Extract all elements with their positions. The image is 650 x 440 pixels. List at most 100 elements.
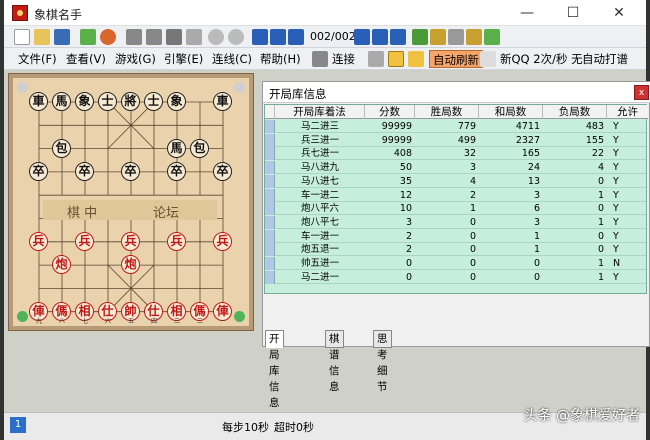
undo-icon[interactable] <box>228 29 244 45</box>
close-button[interactable]: ✕ <box>596 0 642 26</box>
settings-icon[interactable] <box>368 51 384 67</box>
menu-game[interactable]: 游戏(G) <box>115 51 156 67</box>
row-selector[interactable] <box>265 120 275 133</box>
chess-board[interactable]: 棋 中 论坛 車馬象士將士象車包馬包卒卒卒卒卒兵兵兵兵兵炮炮俥傌相仕帥仕相傌俥 … <box>13 78 249 326</box>
piece-black[interactable]: 包 <box>190 138 209 158</box>
piece-black[interactable]: 卒 <box>75 161 94 181</box>
river: 棋 中 论坛 <box>43 200 217 221</box>
row-selector[interactable] <box>265 188 275 202</box>
save-icon[interactable] <box>54 29 70 45</box>
piece-red[interactable]: 炮 <box>121 255 140 275</box>
table-row[interactable]: 马二进三 99999 779 4711 483 Y <box>275 120 646 133</box>
panel-close-button[interactable]: x <box>634 85 649 100</box>
monitor-icon[interactable] <box>166 29 182 45</box>
menu-engine[interactable]: 引擎(E) <box>164 51 203 67</box>
tab-thinking-detail[interactable]: 思考细节 <box>373 330 392 393</box>
export-icon[interactable] <box>484 29 500 45</box>
table-row[interactable]: 兵三进一 99999 499 2327 155 Y <box>275 134 646 147</box>
col-header-move[interactable]: 开局库着法 <box>275 105 365 119</box>
next-move-icon[interactable] <box>354 29 370 45</box>
row-selector[interactable] <box>265 243 275 257</box>
copy-icon[interactable] <box>448 29 464 45</box>
table-row[interactable]: 马二进一 0 0 0 1 Y <box>275 271 646 284</box>
row-selector[interactable] <box>265 257 275 270</box>
tool-icon[interactable] <box>312 51 328 67</box>
piece-red[interactable]: 兵 <box>75 231 94 251</box>
piece-red[interactable]: 兵 <box>167 231 186 251</box>
board-setup-icon[interactable] <box>126 29 142 45</box>
tools-icon[interactable] <box>412 29 428 45</box>
open-folder-icon[interactable] <box>34 29 50 45</box>
col-header-wins[interactable]: 胜局数 <box>415 105 479 119</box>
piece-red[interactable]: 兵 <box>29 231 48 251</box>
table-row[interactable]: 炮五退一 2 0 1 0 Y <box>275 243 646 257</box>
piece-black[interactable]: 士 <box>144 92 163 111</box>
row-selector[interactable] <box>265 202 275 216</box>
table-row[interactable]: 炮八平七 3 0 3 1 Y <box>275 216 646 229</box>
prev-fast-icon[interactable] <box>270 29 286 45</box>
piece-black[interactable]: 象 <box>167 92 186 111</box>
menu-view[interactable]: 查看(V) <box>66 51 106 67</box>
table-row[interactable]: 马八进九 50 3 24 4 Y <box>275 161 646 175</box>
menu-file[interactable]: 文件(F) <box>18 51 57 67</box>
table-row[interactable]: 车一进二 12 2 3 1 Y <box>275 189 646 202</box>
magnifier-icon[interactable] <box>408 51 424 67</box>
col-header-score[interactable]: 分数 <box>365 105 415 119</box>
maximize-button[interactable]: ☐ <box>550 0 596 26</box>
new-file-icon[interactable] <box>14 29 30 45</box>
piece-black[interactable]: 將 <box>121 92 140 111</box>
first-move-icon[interactable] <box>252 29 268 45</box>
row-selector[interactable] <box>265 270 275 284</box>
piece-black[interactable]: 卒 <box>213 161 232 181</box>
piece-black[interactable]: 卒 <box>29 161 48 181</box>
piece-black[interactable]: 象 <box>75 92 94 111</box>
bulb-icon[interactable] <box>388 51 404 67</box>
last-move-icon[interactable] <box>390 29 406 45</box>
next-fast-icon[interactable] <box>372 29 388 45</box>
table-row[interactable]: 炮八平六 10 1 6 0 Y <box>275 202 646 216</box>
table-row[interactable]: 马八进七 35 4 13 0 Y <box>275 175 646 188</box>
search-icon[interactable] <box>186 29 202 45</box>
connect-button[interactable]: 连接 <box>332 50 355 68</box>
piece-black[interactable]: 馬 <box>167 138 186 158</box>
row-selector[interactable] <box>265 229 275 243</box>
row-selector[interactable] <box>265 215 275 229</box>
menu-help[interactable]: 帮助(H) <box>260 51 301 67</box>
prev-move-icon[interactable] <box>288 29 304 45</box>
table-cell: 165 <box>521 148 540 160</box>
row-selector[interactable] <box>265 161 275 175</box>
page-icon[interactable] <box>480 51 496 67</box>
engine-icon[interactable] <box>80 29 96 45</box>
table-row[interactable]: 帅五进一 0 0 0 1 N <box>275 257 646 270</box>
screen-icon[interactable] <box>146 29 162 45</box>
tab-game-record[interactable]: 棋谱信息 <box>325 330 344 393</box>
piece-red[interactable]: 兵 <box>213 231 232 251</box>
row-selector[interactable] <box>265 147 275 161</box>
clock-icon[interactable] <box>100 29 116 45</box>
notebook-icon[interactable] <box>430 29 446 45</box>
tab-opening-book[interactable]: 开局库信息 <box>265 330 284 409</box>
table-row[interactable]: 兵七进一 408 32 165 22 Y <box>275 147 646 161</box>
piece-red[interactable]: 炮 <box>52 255 71 275</box>
col-header-allow[interactable]: 允许 <box>607 105 648 119</box>
piece-black[interactable]: 馬 <box>52 92 71 111</box>
auto-refresh-button[interactable]: 自动刷新 <box>429 50 483 68</box>
col-header-draws[interactable]: 和局数 <box>479 105 543 119</box>
row-selector[interactable] <box>265 174 275 188</box>
piece-black[interactable]: 卒 <box>167 161 186 181</box>
minimize-button[interactable]: — <box>504 0 550 26</box>
piece-black[interactable]: 車 <box>213 92 232 111</box>
col-header-losses[interactable]: 负局数 <box>543 105 607 119</box>
piece-black[interactable]: 包 <box>52 138 71 158</box>
row-selector[interactable] <box>265 133 275 147</box>
table-cell: 408 <box>393 148 412 160</box>
auto-play-button[interactable]: 自动打谱 <box>582 50 628 68</box>
piece-black[interactable]: 車 <box>29 92 48 111</box>
menu-connect[interactable]: 连线(C) <box>212 51 252 67</box>
table-row[interactable]: 车一进一 2 0 1 0 Y <box>275 230 646 243</box>
paste-icon[interactable] <box>466 29 482 45</box>
piece-black[interactable]: 士 <box>98 92 117 111</box>
piece-red[interactable]: 兵 <box>121 231 140 251</box>
stop-icon[interactable] <box>208 29 224 45</box>
piece-black[interactable]: 卒 <box>121 161 140 181</box>
